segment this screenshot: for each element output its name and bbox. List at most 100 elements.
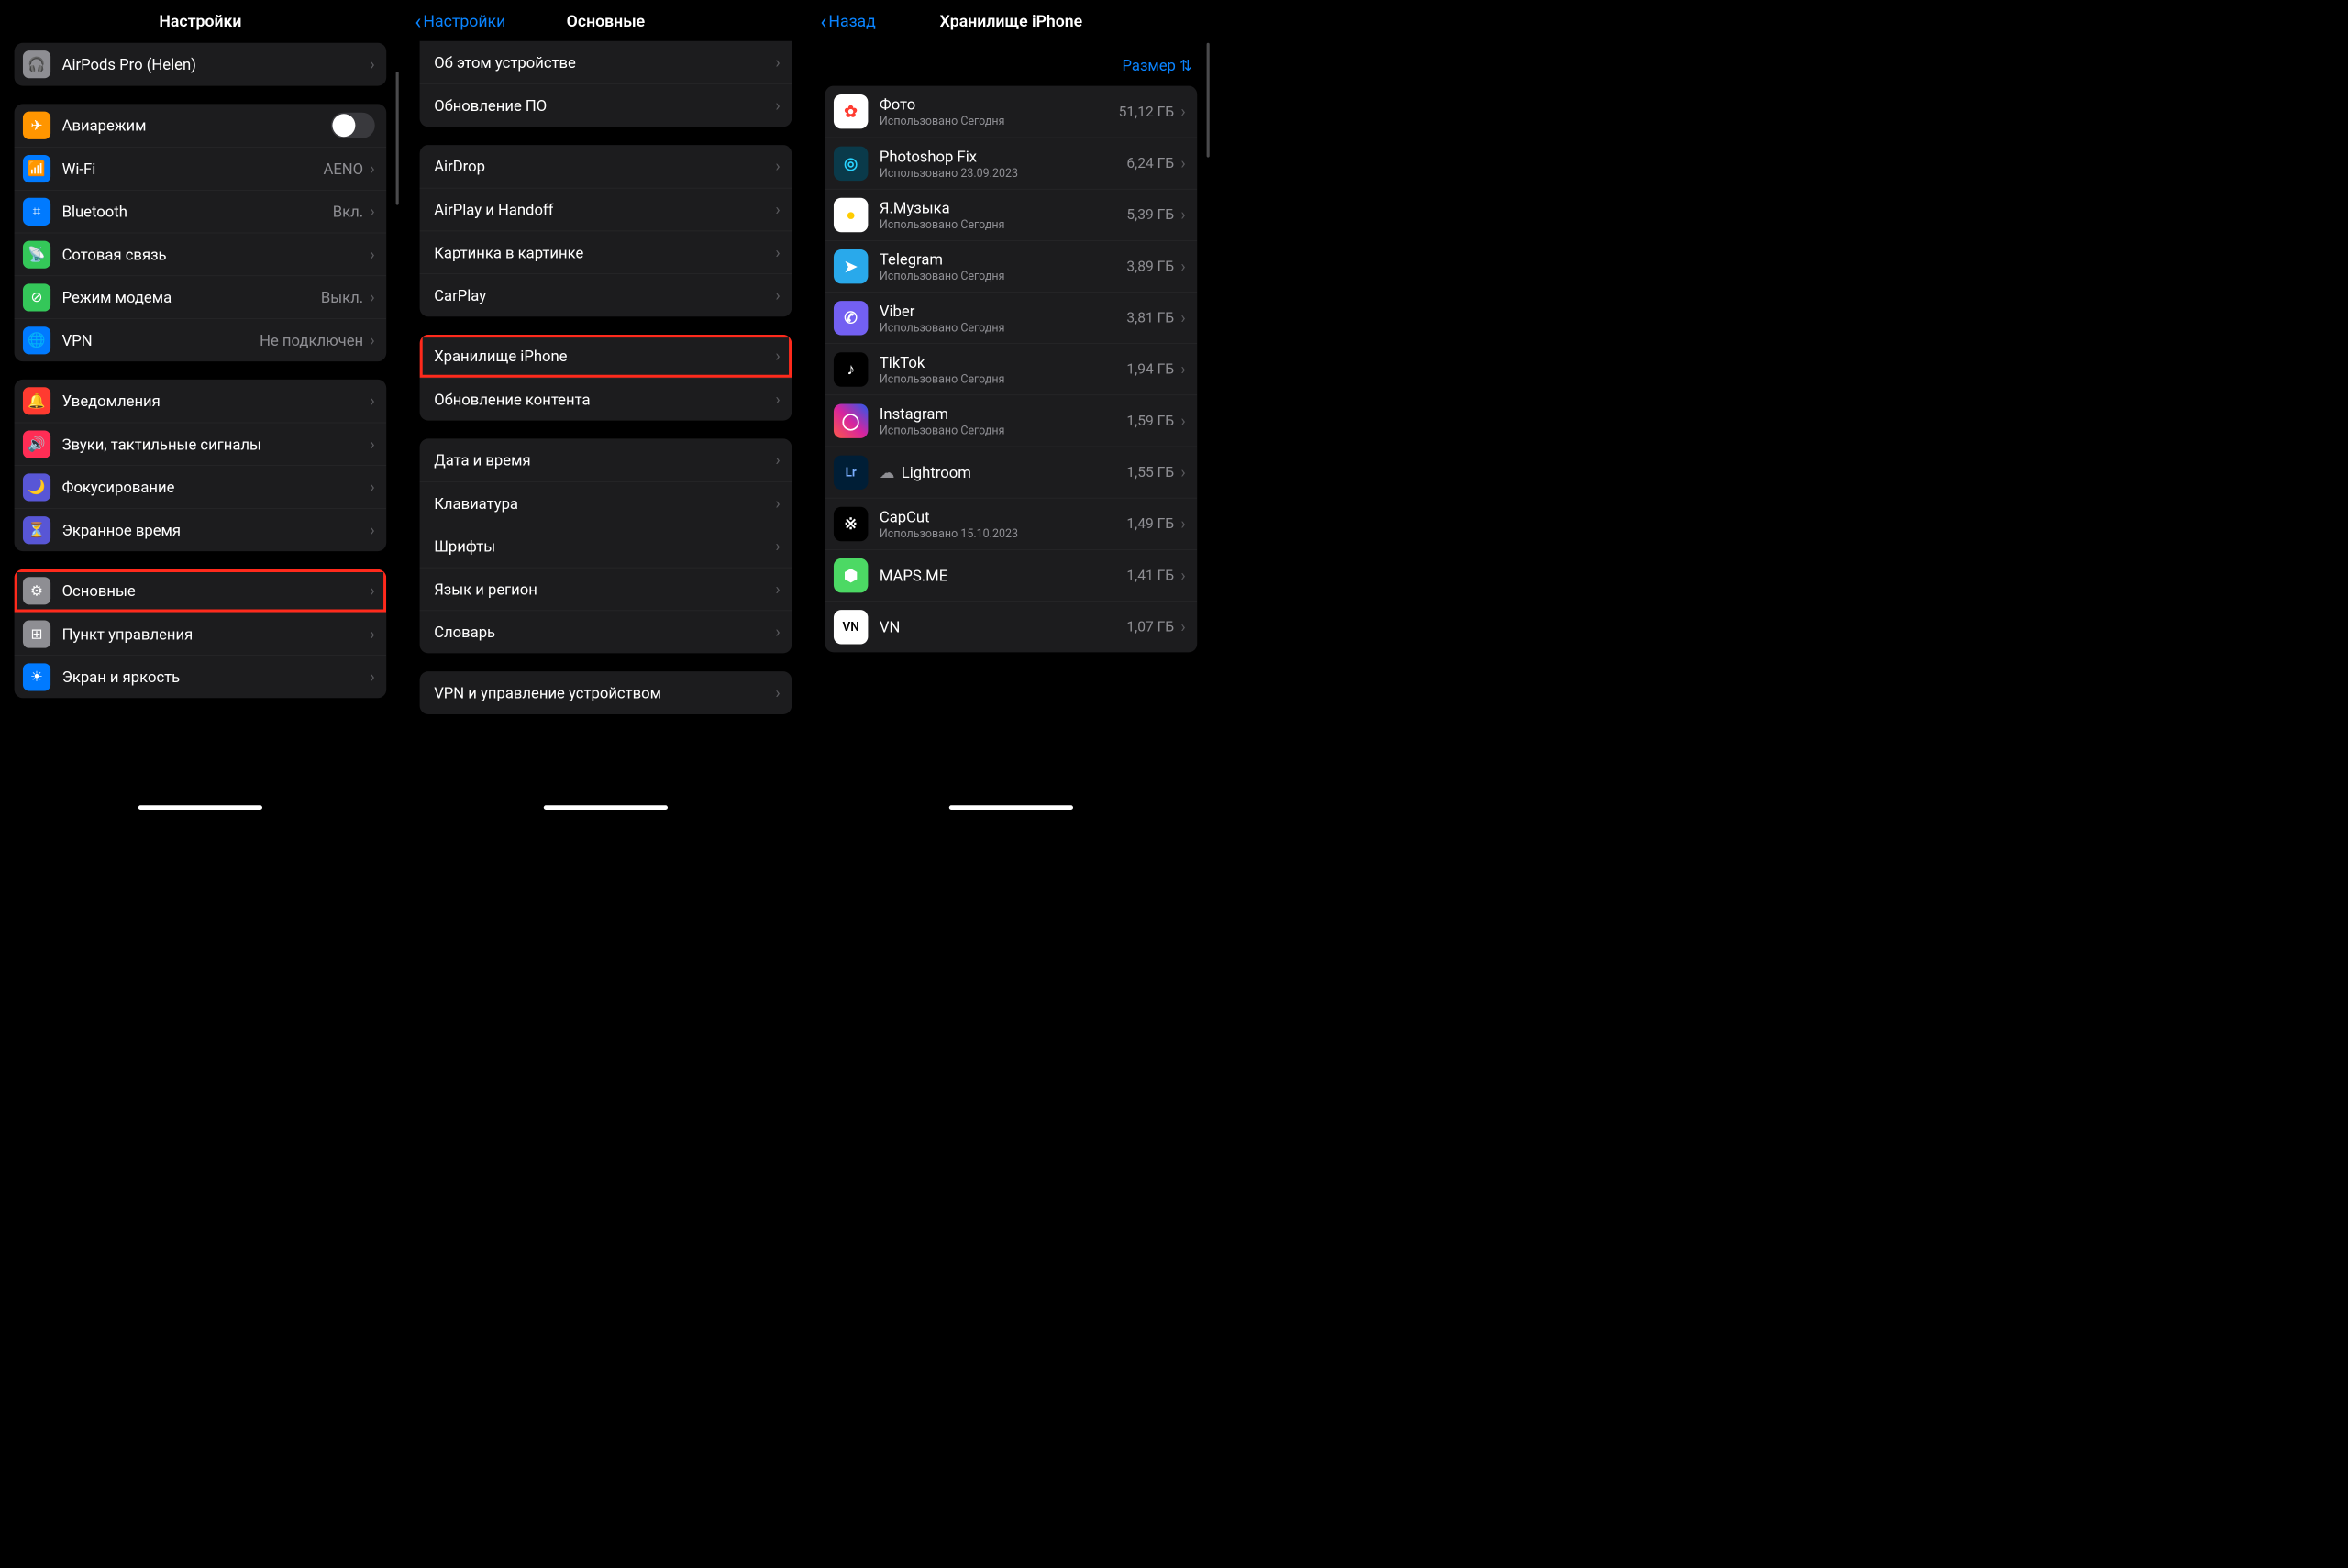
chevron-right-icon: › — [1180, 464, 1185, 480]
sounds-row[interactable]: 🔊 Звуки, тактильные сигналы › — [15, 423, 387, 466]
app-row[interactable]: VNVN1,07 ГБ› — [825, 601, 1198, 652]
app-row[interactable]: ※CapCutИспользовано 15.10.20231,49 ГБ› — [825, 498, 1198, 549]
date-label: Дата и время — [434, 451, 775, 469]
carplay-row[interactable]: CarPlay › — [420, 273, 792, 316]
app-usage-label: Использовано Сегодня — [880, 372, 1126, 386]
chevron-right-icon: › — [1180, 619, 1185, 635]
iphone-storage-row[interactable]: Хранилище iPhone › — [420, 335, 792, 378]
control-center-row[interactable]: ⊞ Пункт управления › — [15, 613, 387, 656]
date-row[interactable]: Дата и время › — [420, 438, 792, 481]
about-row[interactable]: Об этом устройстве › — [420, 41, 792, 84]
notifications-icon: 🔔 — [23, 387, 50, 414]
app-name-label: Я.Музыка — [880, 199, 1126, 217]
bluetooth-icon: ⌗ — [23, 198, 50, 226]
display-row[interactable]: ☀ Экран и яркость › — [15, 655, 387, 698]
airplay-row[interactable]: AirPlay и Handoff › — [420, 188, 792, 231]
software-update-row[interactable]: Обновление ПО › — [420, 84, 792, 127]
app-icon: VN — [834, 610, 868, 644]
app-icon: ✆ — [834, 301, 868, 335]
locale-section: Дата и время › Клавиатура › Шрифты › Язы… — [420, 438, 792, 653]
focus-row[interactable]: 🌙 Фокусирование › — [15, 466, 387, 509]
chevron-right-icon: › — [370, 160, 374, 177]
language-row[interactable]: Язык и регион › — [420, 568, 792, 611]
back-button[interactable]: ‹ Назад — [820, 11, 875, 32]
app-usage-label: Использовано 15.10.2023 — [880, 526, 1126, 540]
app-size-label: 3,89 ГБ — [1126, 258, 1174, 274]
chevron-right-icon: › — [370, 56, 374, 72]
vpn-value: Не подключен — [260, 331, 363, 349]
fonts-row[interactable]: Шрифты › — [420, 525, 792, 568]
cellular-label: Сотовая связь — [62, 246, 371, 264]
app-size-label: 1,59 ГБ — [1126, 413, 1174, 429]
chevron-right-icon: › — [775, 54, 780, 71]
cellular-row[interactable]: 📡 Сотовая связь › — [15, 233, 387, 276]
airplane-row[interactable]: ✈ Авиарежим — [15, 104, 387, 147]
fonts-label: Шрифты — [434, 537, 775, 556]
nav-header: ‹ Назад Хранилище iPhone — [811, 0, 1212, 43]
app-row[interactable]: ⬢MAPS.ME1,41 ГБ› — [825, 549, 1198, 601]
app-name-label: Фото — [880, 95, 1119, 114]
system-section: ⚙ Основные › ⊞ Пункт управления › ☀ Экра… — [15, 569, 387, 698]
home-indicator[interactable] — [138, 805, 262, 810]
storage-pane: ‹ Назад Хранилище iPhone Размер ⇅ ✿ Фото И… — [811, 0, 1212, 815]
app-row[interactable]: ◯InstagramИспользовано Сегодня1,59 ГБ› — [825, 395, 1198, 447]
settings-pane: Настройки 🎧 AirPods Pro (Helen) › ✈ Авиа… — [0, 0, 401, 815]
chevron-right-icon: › — [370, 668, 374, 685]
app-row[interactable]: ✿ФотоИспользовано Сегодня51,12 ГБ› — [825, 86, 1198, 138]
app-row[interactable]: Lr☁Lightroom1,55 ГБ› — [825, 447, 1198, 498]
keyboard-label: Клавиатура — [434, 494, 775, 513]
page-title: Хранилище iPhone — [940, 12, 1083, 31]
app-row[interactable]: ●Я.МузыкаИспользовано Сегодня5,39 ГБ› — [825, 189, 1198, 240]
screentime-row[interactable]: ⏳ Экранное время › — [15, 508, 387, 551]
airplane-toggle[interactable] — [331, 113, 375, 138]
chevron-left-icon: ‹ — [415, 11, 421, 32]
airplane-label: Авиарежим — [62, 116, 331, 135]
keyboard-row[interactable]: Клавиатура › — [420, 481, 792, 525]
airdrop-row[interactable]: AirDrop › — [420, 145, 792, 188]
wifi-icon: 📶 — [23, 155, 50, 182]
hotspot-value: Выкл. — [321, 288, 363, 306]
sort-button[interactable]: Размер ⇅ — [1122, 56, 1192, 74]
nav-header: Настройки — [0, 0, 401, 43]
app-name-label: Photoshop Fix — [880, 147, 1126, 165]
general-pane: ‹ Настройки Основные Об этом устройстве … — [405, 0, 806, 815]
airpods-row[interactable]: 🎧 AirPods Pro (Helen) › — [15, 43, 387, 86]
general-row[interactable]: ⚙ Основные › — [15, 569, 387, 613]
app-row[interactable]: ✆ViberИспользовано Сегодня3,81 ГБ› — [825, 292, 1198, 343]
notifications-row[interactable]: 🔔 Уведомления › — [15, 380, 387, 423]
app-usage-label: Использовано Сегодня — [880, 321, 1126, 335]
hotspot-row[interactable]: ⊘ Режим модема Выкл. › — [15, 276, 387, 319]
bluetooth-row[interactable]: ⌗ Bluetooth Вкл. › — [15, 190, 387, 233]
app-row[interactable]: ◎Photoshop FixИспользовано 23.09.20236,2… — [825, 138, 1198, 189]
home-indicator[interactable] — [949, 805, 1073, 810]
chevron-right-icon: › — [775, 538, 780, 555]
app-icon: ✿ — [834, 94, 868, 128]
apps-list: ✿ФотоИспользовано Сегодня51,12 ГБ›◎Photo… — [825, 86, 1198, 653]
airpods-icon: 🎧 — [23, 50, 50, 78]
pip-row[interactable]: Картинка в картинке › — [420, 231, 792, 274]
cellular-icon: 📡 — [23, 240, 50, 268]
dictionary-row[interactable]: Словарь › — [420, 611, 792, 654]
sounds-icon: 🔊 — [23, 430, 50, 458]
home-indicator[interactable] — [544, 805, 668, 810]
chevron-right-icon: › — [775, 245, 780, 261]
app-size-label: 5,39 ГБ — [1126, 206, 1174, 223]
app-icon: ➤ — [834, 249, 868, 283]
language-label: Язык и регион — [434, 580, 775, 599]
app-size-label: 1,41 ГБ — [1126, 567, 1174, 583]
vpn-label: VPN — [62, 331, 260, 349]
chevron-right-icon: › — [775, 581, 780, 598]
app-row[interactable]: ➤TelegramИспользовано Сегодня3,89 ГБ› — [825, 240, 1198, 292]
focus-label: Фокусирование — [62, 478, 371, 496]
vpn-dm-row[interactable]: VPN и управление устройством › — [420, 671, 792, 714]
vpn-row[interactable]: 🌐 VPN Не подключен › — [15, 318, 387, 361]
focus-icon: 🌙 — [23, 473, 50, 501]
chevron-right-icon: › — [370, 436, 374, 453]
app-size-label: 3,81 ГБ — [1126, 309, 1174, 326]
app-usage-label: Использовано 23.09.2023 — [880, 166, 1126, 180]
bg-refresh-row[interactable]: Обновление контента › — [420, 378, 792, 421]
wifi-row[interactable]: 📶 Wi-Fi AENO › — [15, 147, 387, 190]
app-row[interactable]: ♪TikTokИспользовано Сегодня1,94 ГБ› — [825, 343, 1198, 394]
bg-refresh-label: Обновление контента — [434, 391, 775, 409]
back-button[interactable]: ‹ Настройки — [415, 11, 505, 32]
